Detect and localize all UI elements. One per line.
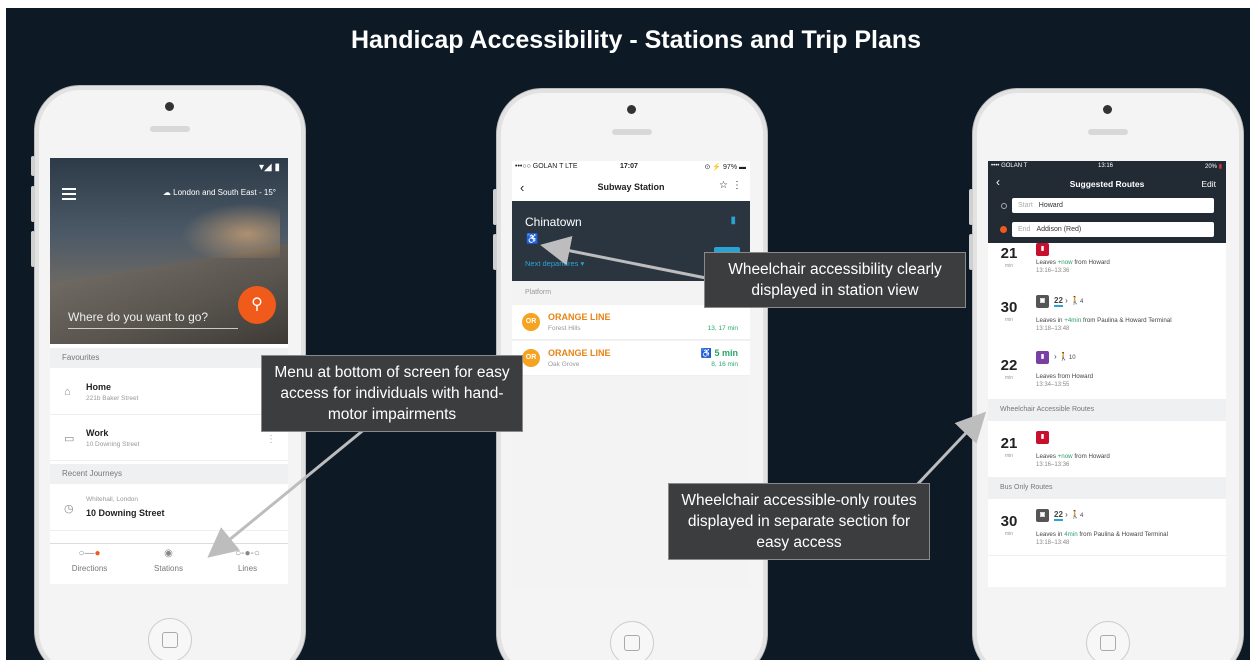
slide: Handicap Accessibility - Stations and Tr… — [6, 8, 1250, 660]
arrow-routes — [912, 411, 987, 490]
arrow-menu — [207, 426, 367, 558]
callout-station: Wheelchair accessibility clearly display… — [704, 252, 966, 308]
callout-arrows — [207, 235, 987, 558]
callout-menu: Menu at bottom of screen for easy access… — [261, 355, 523, 432]
arrow-station — [540, 235, 707, 280]
callout-routes: Wheelchair accessible-only routes displa… — [668, 483, 930, 560]
